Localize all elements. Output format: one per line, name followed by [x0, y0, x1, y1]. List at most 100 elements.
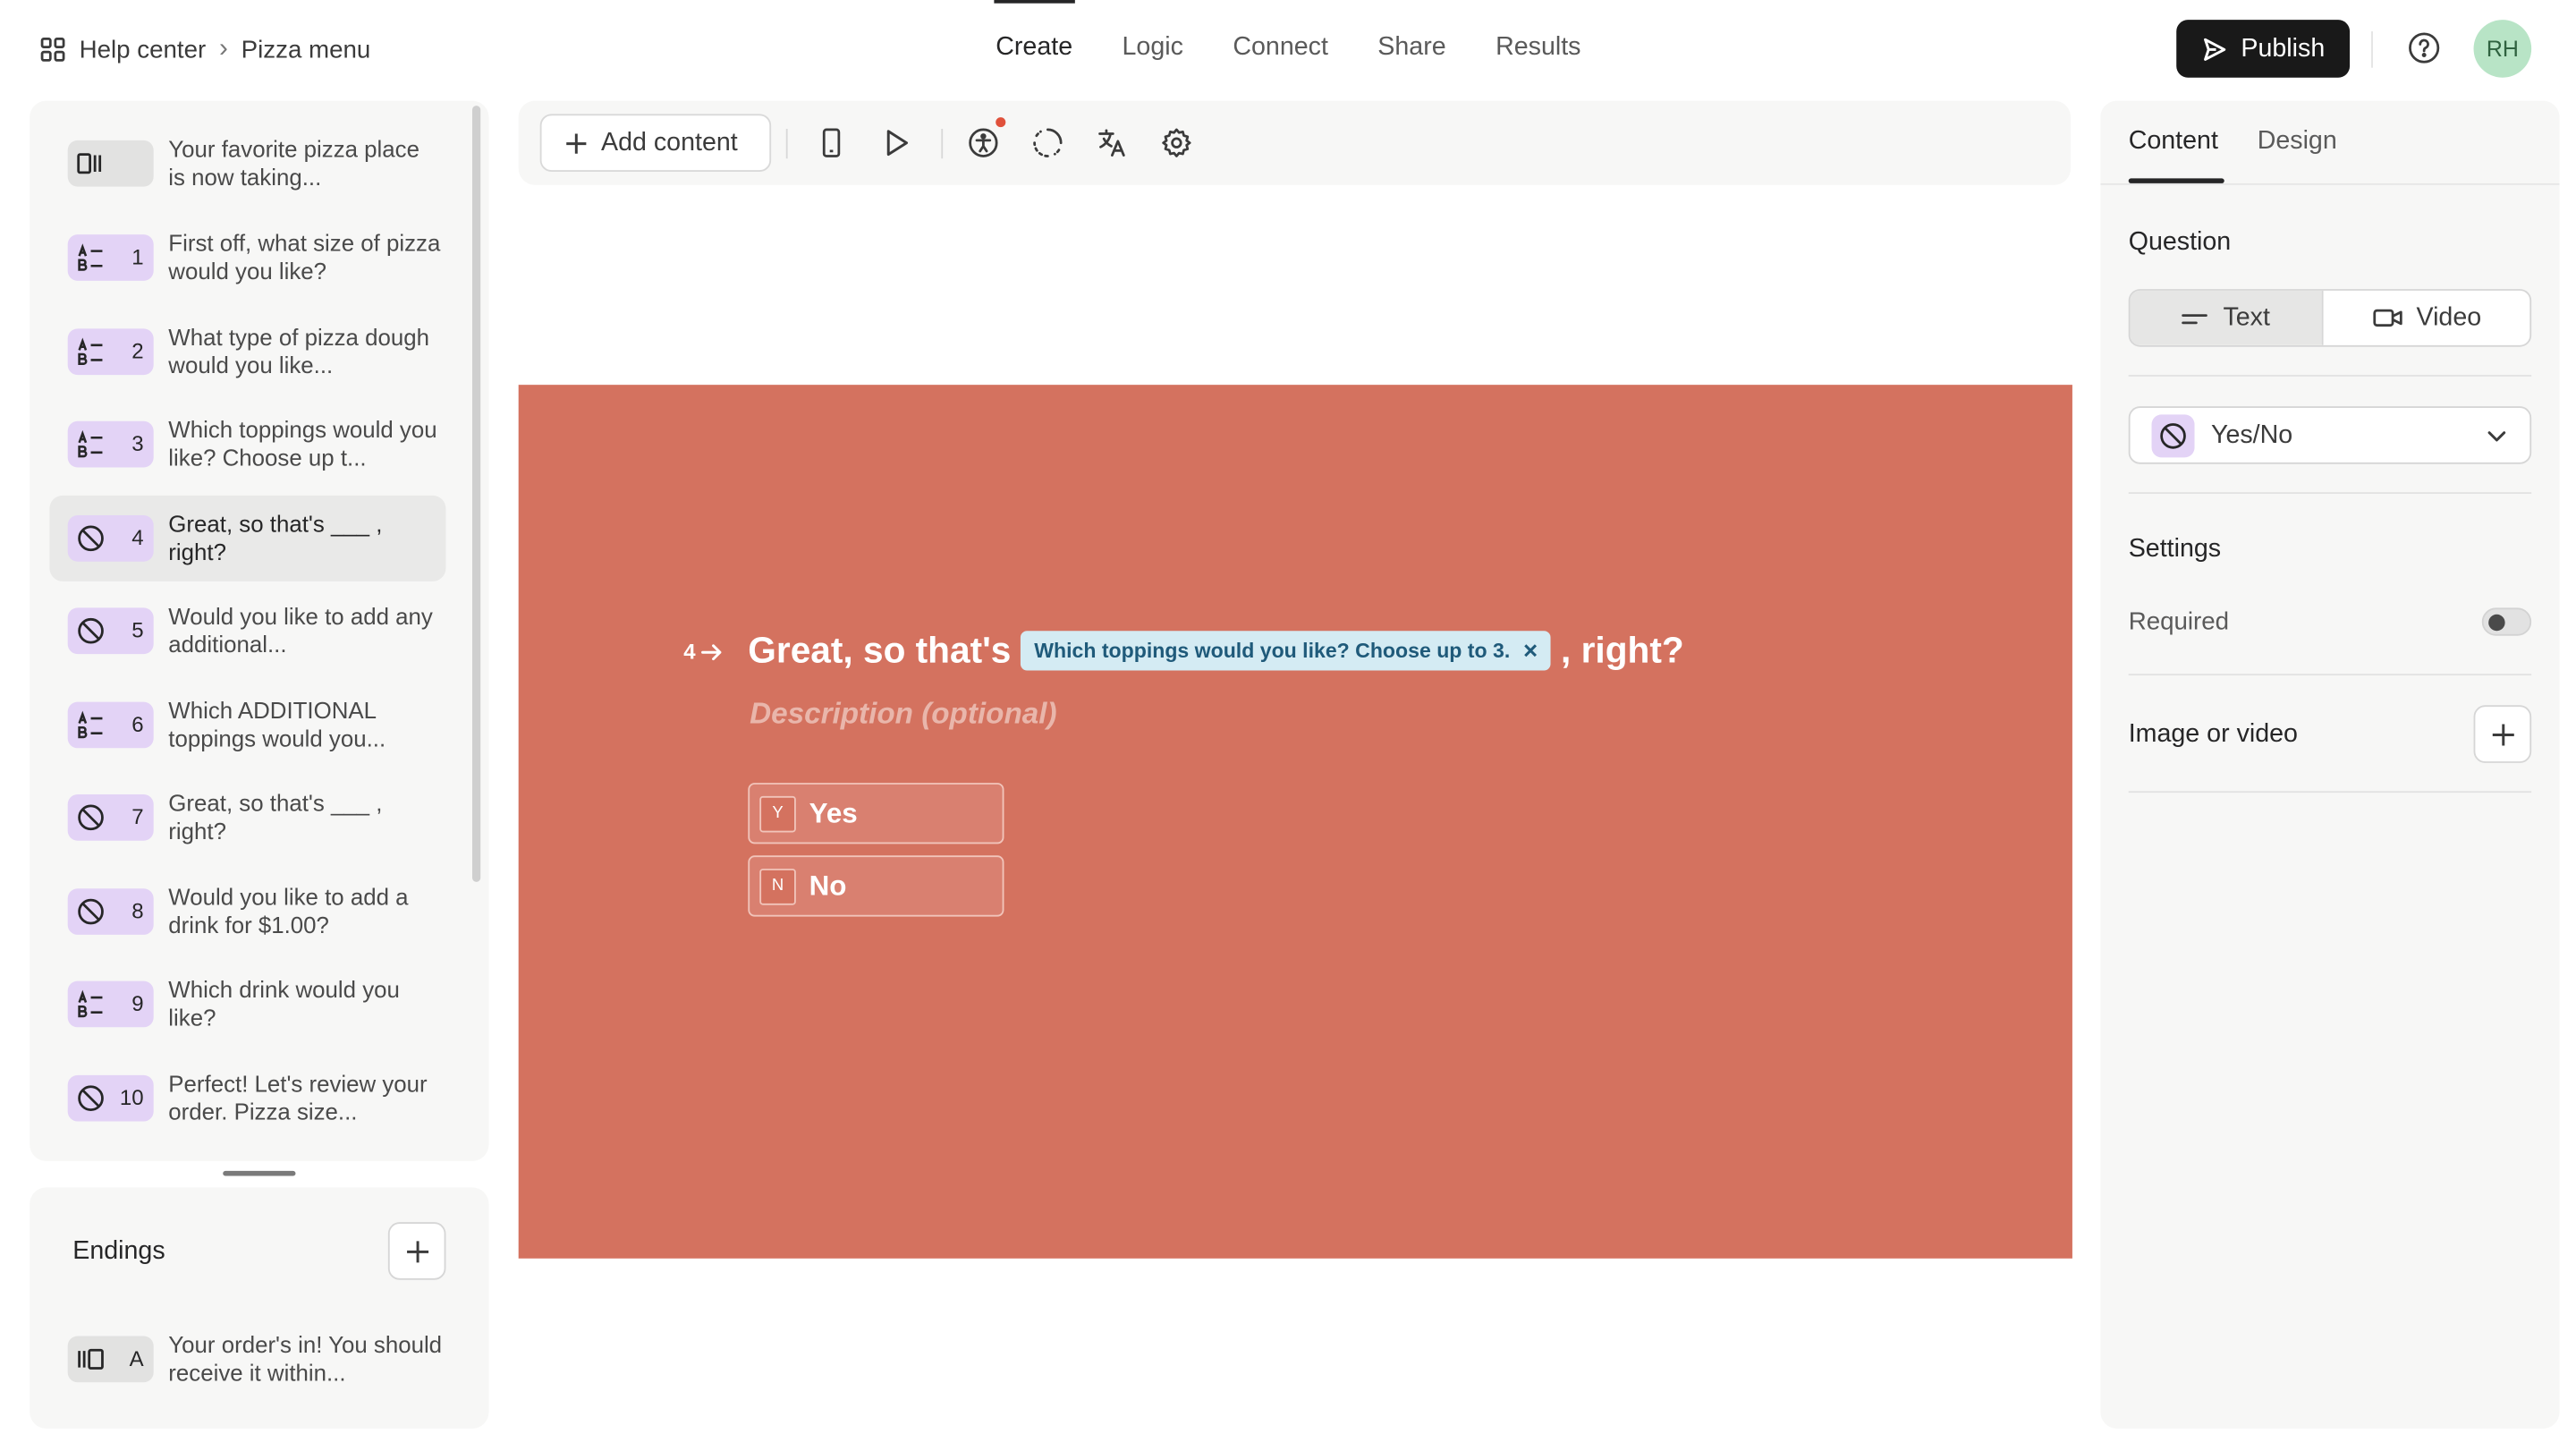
question-item-welcome[interactable]: Your favorite pizza place is now taking.…	[49, 121, 445, 207]
question-type-select[interactable]: Yes/No	[2128, 406, 2532, 464]
required-toggle[interactable]	[2481, 607, 2532, 636]
mode-text-button[interactable]: Text	[2130, 290, 2322, 345]
mobile-preview-icon[interactable]	[814, 125, 849, 160]
mode-video-button[interactable]: Video	[2321, 290, 2530, 345]
question-text: What type of pizza dough would you like.…	[168, 322, 430, 378]
question-text: Your favorite pizza place is now taking.…	[168, 134, 419, 191]
recall-info-tag[interactable]: Which toppings would you like? Choose up…	[1021, 631, 1551, 671]
question-item-1[interactable]: 1 First off, what size of pizza would yo…	[49, 215, 445, 301]
question-type-badge: 7	[67, 794, 154, 841]
tab-share[interactable]: Share	[1353, 0, 1471, 96]
question-type-badge	[67, 140, 154, 187]
question-item-4[interactable]: 4 Great, so that's ___ , right?	[49, 495, 446, 581]
question-item-3[interactable]: 3 Which toppings would you like? Choose …	[49, 402, 445, 488]
question-item-8[interactable]: 8 Would you like to add a drink for $1.0…	[49, 869, 445, 955]
ending-icon	[76, 1345, 106, 1374]
breadcrumb-root[interactable]: Help center	[80, 36, 207, 64]
ending-badge: A	[67, 1336, 154, 1383]
play-preview-icon[interactable]	[878, 125, 913, 160]
question-type-badge: 5	[67, 607, 154, 655]
question-number: 5	[131, 617, 144, 643]
question-text: Would you like to add any additional...	[168, 601, 433, 658]
ending-item-a[interactable]: A Your order's in! You should receive it…	[49, 1316, 445, 1402]
choice-label: Yes	[809, 796, 858, 828]
tab-create[interactable]: Create	[971, 0, 1097, 96]
question-text: Which toppings would you like? Choose up…	[168, 415, 437, 471]
question-number: 7	[131, 804, 144, 829]
description-placeholder[interactable]: Description (optional)	[750, 697, 1056, 732]
translate-icon[interactable]	[1095, 125, 1130, 160]
tab-results[interactable]: Results	[1470, 0, 1606, 96]
plus-icon	[564, 132, 588, 155]
question-text: First off, what size of pizza would you …	[168, 228, 441, 284]
tab-content[interactable]: Content	[2129, 127, 2218, 157]
yes-no-icon	[76, 523, 106, 553]
toolbar-divider	[785, 129, 788, 159]
question-type-label: Yes/No	[2211, 420, 2293, 449]
accessibility-icon[interactable]	[966, 125, 1001, 160]
ending-text: Your order's in! You should receive it w…	[168, 1330, 443, 1386]
question-section-title: Question	[2128, 227, 2232, 257]
question-item-9[interactable]: 9 Which drink would you like?	[49, 961, 445, 1047]
workspace-grid-icon[interactable]	[39, 37, 66, 64]
multiple-choice-icon	[76, 710, 106, 740]
loading-progress-icon[interactable]	[1030, 125, 1065, 160]
question-number: 9	[131, 990, 144, 1016]
yes-no-icon	[76, 1083, 106, 1113]
notification-dot	[996, 117, 1006, 128]
question-number-indicator: 4	[683, 639, 724, 664]
question-text: Which drink would you like?	[168, 975, 400, 1031]
question-type-badge: 2	[67, 328, 154, 376]
endings-title: Endings	[72, 1236, 165, 1266]
help-icon[interactable]	[2406, 30, 2443, 66]
question-preview-canvas: 4 Great, so that's Which toppings would …	[518, 385, 2072, 1259]
choice-yes[interactable]: Y Yes	[748, 783, 1004, 844]
tab-logic[interactable]: Logic	[1097, 0, 1208, 96]
arrow-right-icon	[700, 641, 724, 661]
question-type-badge: 4	[67, 515, 154, 562]
tabs-divider	[2100, 182, 2560, 185]
add-content-button[interactable]: Add content	[539, 114, 772, 173]
question-type-badge: 10	[67, 1074, 154, 1122]
question-type-badge: 9	[67, 980, 154, 1028]
add-media-button[interactable]	[2473, 705, 2532, 763]
question-mode-toggle: Text Video	[2128, 289, 2532, 347]
endings-panel: Endings A Your order's in! You should re…	[30, 1187, 489, 1429]
multiple-choice-icon	[76, 337, 106, 367]
image-video-label: Image or video	[2128, 719, 2298, 749]
tab-connect[interactable]: Connect	[1208, 0, 1353, 96]
choice-label: No	[809, 870, 847, 902]
panel-resize-handle[interactable]	[223, 1170, 296, 1176]
title-prefix: Great, so that's	[748, 629, 1012, 671]
question-title[interactable]: Great, so that's Which toppings would yo…	[748, 629, 1684, 672]
question-text: Great, so that's ___ , right?	[168, 509, 383, 565]
avatar[interactable]: RH	[2473, 20, 2532, 78]
choice-no[interactable]: N No	[748, 855, 1004, 917]
toggle-knob	[2488, 614, 2505, 632]
question-item-5[interactable]: 5 Would you like to add any additional..…	[49, 588, 445, 674]
publish-label: Publish	[2241, 33, 2326, 63]
tab-design[interactable]: Design	[2258, 127, 2337, 157]
canvas-question-number: 4	[683, 639, 696, 665]
question-item-2[interactable]: 2 What type of pizza dough would you lik…	[49, 309, 445, 395]
question-item-10[interactable]: 10 Perfect! Let's review your order. Piz…	[49, 1056, 445, 1141]
question-number: 2	[131, 338, 144, 364]
recall-tag-label: Which toppings would you like? Choose up…	[1034, 639, 1511, 663]
header-divider	[2371, 31, 2373, 68]
question-list-scrollbar[interactable]	[472, 106, 481, 882]
remove-recall-icon[interactable]: ×	[1523, 637, 1538, 665]
multiple-choice-icon	[76, 242, 106, 272]
question-text: Which ADDITIONAL toppings would you...	[168, 696, 386, 752]
section-divider	[2128, 492, 2532, 495]
breadcrumb-current[interactable]: Pizza menu	[242, 36, 371, 64]
editor-toolbar: Add content	[518, 100, 2072, 185]
question-item-7[interactable]: 7 Great, so that's ___ , right?	[49, 775, 445, 861]
plus-icon	[2489, 721, 2516, 748]
question-item-6[interactable]: 6 Which ADDITIONAL toppings would you...	[49, 682, 445, 768]
question-text: Perfect! Let's review your order. Pizza …	[168, 1069, 428, 1125]
settings-gear-icon[interactable]	[1159, 125, 1194, 160]
add-ending-button[interactable]	[387, 1222, 446, 1280]
question-text: Would you like to add a drink for $1.00?	[168, 882, 409, 938]
question-number: 10	[119, 1084, 144, 1110]
publish-button[interactable]: Publish	[2176, 20, 2351, 78]
